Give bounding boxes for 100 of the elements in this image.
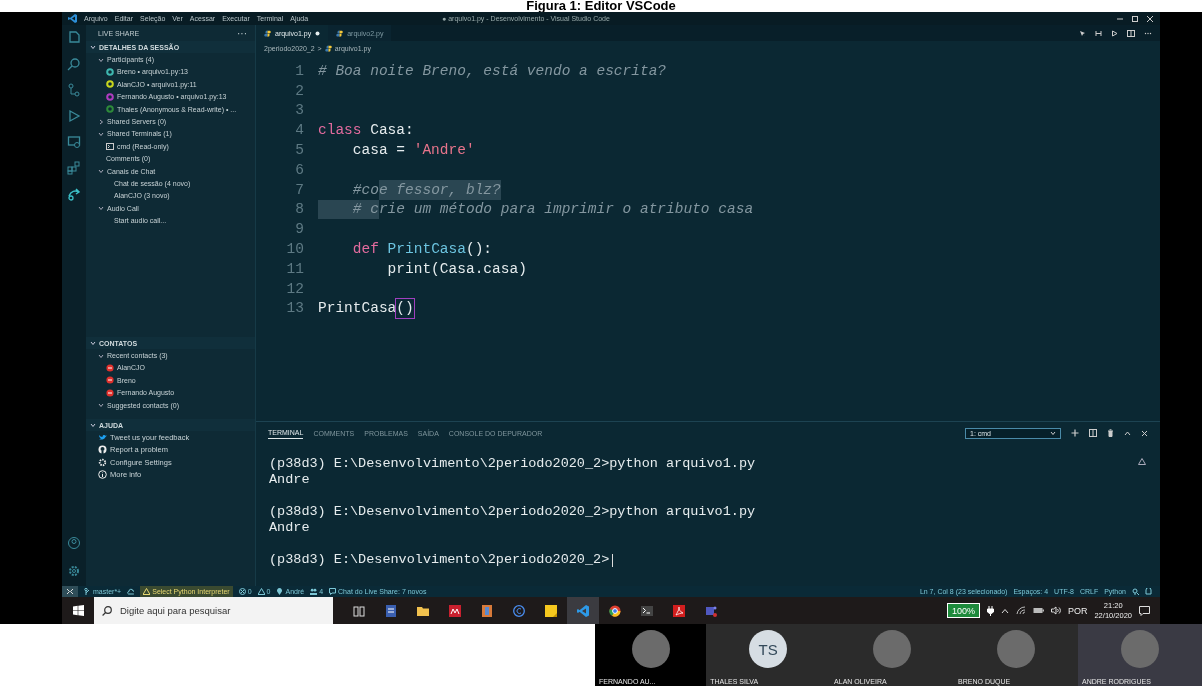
chevron-down-icon: [1050, 430, 1056, 436]
initials-avatar: TS: [749, 630, 788, 668]
vscode-logo-icon[interactable]: [577, 604, 589, 617]
circle-logo-icon[interactable]: [513, 604, 525, 617]
settings-icon: [98, 457, 107, 467]
terminal-line: Andre: [269, 472, 310, 488]
terminal-line: (p38d3) E:\Desenvolvimento\2periodo2020_2>python arquivo1.py: [269, 456, 756, 472]
split-editor-icon[interactable]: [1127, 29, 1135, 37]
terminal-icon: [106, 142, 114, 150]
people-icon: [310, 588, 318, 595]
folder-icon[interactable]: [417, 604, 429, 617]
maximize-icon[interactable]: [1131, 14, 1139, 23]
live-share-icon[interactable]: [67, 187, 81, 201]
line-number: 9: [294, 221, 305, 238]
line-number: 11: [285, 260, 305, 277]
terminal-line: Andre: [269, 520, 310, 536]
python-icon: [324, 44, 332, 52]
more-actions-button[interactable]: ···: [237, 27, 247, 39]
settings-icon[interactable]: [67, 564, 81, 578]
chat-icon: [329, 588, 337, 595]
windows-logo-icon[interactable]: [72, 605, 84, 616]
notification-icon[interactable]: [1139, 605, 1150, 616]
line-number: 12: [285, 280, 305, 297]
warning-icon: [143, 588, 151, 595]
pin-icon[interactable]: [1079, 29, 1086, 37]
code-line: # crie um método para imprimir o atributo casa: [318, 199, 754, 220]
remote-button[interactable]: [62, 586, 78, 597]
battery-percentage: 100%: [946, 603, 980, 618]
line-number: 10: [285, 241, 305, 258]
compare-icon[interactable]: [1095, 29, 1102, 37]
busy-status-icon: [106, 363, 114, 372]
feedback-icon[interactable]: [1132, 588, 1139, 595]
line-number: 13: [285, 300, 305, 317]
line-number: 6: [294, 161, 305, 178]
photo-placeholder: [873, 630, 912, 668]
close-icon[interactable]: [1141, 429, 1148, 437]
cloud-icon: [127, 588, 135, 595]
search-icon[interactable]: [67, 57, 81, 71]
notification-icon[interactable]: [1145, 588, 1152, 595]
account-icon[interactable]: [67, 536, 81, 550]
sticky-note-icon[interactable]: [545, 604, 557, 617]
code-line: PrintCasa(): [318, 298, 414, 319]
terminal-line: (p38d3) E:\Desenvolvimento\2periodo2020_2>python arquivo1.py: [269, 504, 756, 520]
search-icon: [102, 605, 112, 616]
line-number: 4: [294, 122, 305, 139]
speaker-icon[interactable]: [1050, 606, 1061, 615]
vscode-logo-icon: [68, 14, 77, 23]
line-number: 8: [294, 201, 305, 218]
warning-icon: [1138, 458, 1146, 465]
error-icon: [238, 588, 246, 595]
terminal-line: (p38d3) E:\Desenvolvimento\2periodo2020_2>: [269, 552, 614, 568]
extensions-icon[interactable]: [67, 161, 81, 175]
app-tile-icon[interactable]: [449, 604, 461, 617]
search-placeholder: Digite aqui para pesquisar: [120, 605, 231, 616]
code-line: def PrintCasa():: [351, 240, 493, 259]
photo-placeholder: [997, 630, 1036, 668]
python-icon: [264, 29, 271, 37]
search-field[interactable]: Digite aqui para pesquisar: [94, 597, 333, 624]
browser-logo-icon[interactable]: [609, 604, 621, 617]
app-tile-icon[interactable]: [481, 604, 493, 617]
line-number: 5: [294, 142, 305, 159]
code-line: casa = 'Andre': [351, 141, 475, 160]
terminal-icon[interactable]: [641, 604, 653, 617]
files-icon[interactable]: [67, 31, 81, 45]
photo-placeholder: [631, 630, 670, 668]
line-number: 7: [294, 181, 305, 198]
play-icon[interactable]: [1111, 29, 1118, 37]
warning-icon: [257, 588, 265, 595]
plug-icon[interactable]: [986, 605, 994, 616]
branch-icon: [84, 588, 91, 595]
text-cursor: [612, 553, 614, 567]
remote-icon: [66, 588, 74, 595]
split-terminal-icon[interactable]: [1089, 429, 1097, 437]
wifi-icon[interactable]: [1015, 606, 1026, 615]
language-indicator[interactable]: POR: [1067, 605, 1088, 616]
trash-icon[interactable]: [1107, 429, 1114, 437]
status-item[interactable]: [127, 588, 135, 595]
remote-explorer-icon[interactable]: [67, 135, 81, 149]
bird-icon: [98, 433, 107, 443]
busy-status-icon: [106, 376, 114, 385]
document-app-icon[interactable]: [385, 604, 397, 617]
busy-status-icon: [106, 388, 114, 397]
teams-logo-icon[interactable]: [705, 604, 717, 617]
pin-icon: [276, 588, 284, 595]
chevron-up-icon[interactable]: [1124, 429, 1131, 437]
pdf-icon[interactable]: [673, 604, 685, 617]
python-icon: [336, 29, 344, 37]
code-line: #coe fessor, blz?: [351, 179, 501, 200]
photo-placeholder: [1121, 630, 1159, 668]
figure-caption: Figura 1: Editor VSCode: [526, 0, 676, 12]
source-control-icon[interactable]: [67, 83, 81, 97]
close-icon[interactable]: [1146, 14, 1154, 23]
chevron-up-icon[interactable]: [1000, 607, 1009, 614]
battery-icon[interactable]: [1032, 607, 1044, 614]
plus-icon[interactable]: [1071, 429, 1079, 437]
task-view-icon[interactable]: [353, 604, 365, 617]
code-line: class Casa:: [318, 121, 414, 141]
run-icon[interactable]: [67, 109, 81, 123]
cat-icon: [98, 445, 107, 455]
code-line: print(Casa.casa): [386, 259, 527, 279]
